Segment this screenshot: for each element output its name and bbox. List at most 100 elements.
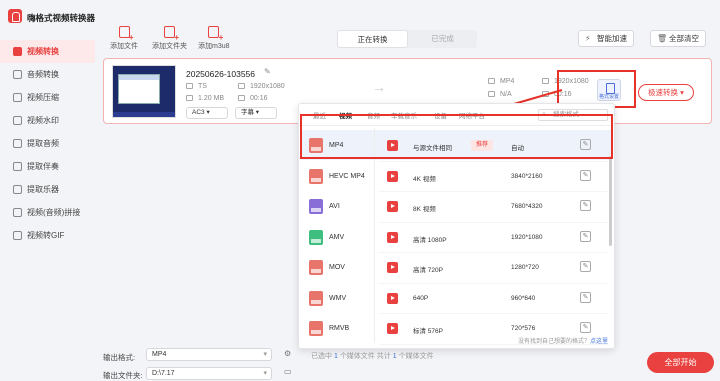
arrow-right-icon: → — [372, 79, 386, 95]
output-folder-label: 输出文件夹: — [103, 371, 143, 380]
edit-preset-icon[interactable]: ✎ — [580, 169, 591, 181]
rmvb-icon — [309, 321, 323, 336]
video-play-icon — [387, 323, 398, 334]
start-all-button[interactable]: 全部开始 — [647, 352, 714, 373]
clock-icon — [238, 95, 245, 102]
format-item-wmv[interactable]: WMV — [303, 284, 369, 315]
video-play-icon — [387, 201, 398, 212]
video-thumbnail[interactable] — [112, 65, 176, 118]
format-item-mov[interactable]: MOV — [303, 253, 369, 284]
instrument-icon — [13, 185, 22, 194]
sidebar-item-video-to-gif[interactable]: 视频转GIF — [0, 224, 95, 247]
clock-icon — [542, 91, 549, 98]
sidebar-item-video-convert[interactable]: 视频转换 — [0, 40, 95, 63]
audio-track-select[interactable]: AC3 ▾ — [186, 107, 228, 119]
src-duration: 00:16 — [238, 95, 268, 102]
resolution-item-640p[interactable]: 640P 960*640 ✎ — [379, 284, 607, 314]
list-divider — [374, 128, 375, 343]
sidebar-item-video-watermark[interactable]: 视频水印 — [0, 109, 95, 132]
format-item-rmvb[interactable]: RMVB — [303, 314, 369, 345]
edit-name-icon[interactable]: ✎ — [264, 67, 271, 76]
highlight-box-mp4-row — [300, 114, 613, 159]
format-icon — [488, 78, 495, 85]
output-format-label: 输出格式: — [103, 353, 136, 362]
resolution-icon — [542, 78, 549, 85]
video-play-icon — [387, 292, 398, 304]
click-here-link[interactable]: 点这里 — [590, 339, 608, 345]
src-format: TS — [186, 83, 207, 90]
add-folder-button[interactable]: 添加文件夹 — [152, 26, 187, 51]
tab-done[interactable]: 已完成 — [408, 30, 477, 48]
output-format-select[interactable]: MP4 — [146, 348, 272, 361]
audio-icon — [13, 70, 22, 79]
sidebar: 视频转换 音频转换 视频压缩 视频水印 提取音频 提取伴奏 提取乐器 视频(音频… — [0, 40, 95, 247]
add-m3u8-label: 添加m3u8 — [198, 43, 230, 50]
src-resolution: 1920x1080 — [238, 83, 285, 90]
panel-footer: 没有找到自己想要的格式？点这里 — [517, 339, 608, 345]
amv-icon — [309, 229, 323, 245]
resolution-item-4k[interactable]: 4K 视频 3840*2160 ✎ — [379, 162, 607, 192]
status-tabs: 正在转换 已完成 — [337, 30, 477, 48]
out-size: N/A — [488, 91, 512, 98]
mov-icon — [309, 260, 323, 275]
resolution-list: 与源文件相同 推荐 自动 ✎ 4K 视频 3840*2160 ✎ 8K 视频 7… — [379, 131, 607, 345]
hevc-mp4-icon — [309, 168, 323, 184]
panel-scrollbar[interactable] — [609, 156, 612, 246]
sidebar-item-video-merge[interactable]: 视频(音频)拼接 — [0, 201, 95, 224]
output-folder-select[interactable]: D:\7.17 — [146, 367, 272, 380]
add-m3u8-button[interactable]: 添加m3u8 — [198, 26, 230, 51]
format-item-avi[interactable]: AVI — [303, 192, 369, 223]
add-m3u8-icon — [208, 26, 223, 42]
src-size: 1.20 MB — [186, 95, 224, 102]
clear-all-label: 全部清空 — [669, 34, 699, 43]
open-folder-icon[interactable]: ▭ — [284, 367, 292, 376]
edit-preset-icon[interactable]: ✎ — [580, 291, 591, 303]
sidebar-item-extract-audio[interactable]: 提取音频 — [0, 132, 95, 155]
out-format: MP4 — [488, 78, 514, 85]
file-name: 20250626-103556 — [186, 69, 256, 79]
format-icon — [186, 83, 193, 90]
selection-status: 已选中 1 个媒体文件 共计 1 个媒体文件 — [311, 353, 434, 360]
add-folder-label: 添加文件夹 — [152, 43, 187, 50]
edit-preset-icon[interactable]: ✎ — [580, 322, 591, 333]
edit-preset-icon[interactable]: ✎ — [580, 261, 591, 272]
app-logo-icon — [8, 9, 22, 23]
resolution-item-720p[interactable]: 高清 720P 1280*720 ✎ — [379, 253, 607, 284]
smart-accel-label: 智能加速 — [597, 34, 627, 43]
gif-icon — [13, 231, 22, 240]
sidebar-item-video-compress[interactable]: 视频压缩 — [0, 86, 95, 109]
settings-gear-icon[interactable]: ⚙ — [284, 349, 291, 358]
resolution-item-1080p[interactable]: 高清 1080P 1920*1080 ✎ — [379, 223, 607, 253]
add-folder-icon — [164, 26, 179, 42]
lightning-icon: ⚡ — [585, 34, 591, 43]
watermark-icon — [13, 116, 22, 125]
format-item-amv[interactable]: AMV — [303, 223, 369, 254]
edit-preset-icon[interactable]: ✎ — [580, 230, 591, 242]
smart-accel-button[interactable]: ⚡ 智能加速 — [578, 30, 634, 47]
resolution-item-8k[interactable]: 8K 视频 7680*4320 ✎ — [379, 192, 607, 223]
sidebar-item-extract-accompaniment[interactable]: 提取伴奏 — [0, 155, 95, 178]
sidebar-item-extract-instrument[interactable]: 提取乐器 — [0, 178, 95, 201]
speed-convert-button[interactable]: 极速转换 ▾ — [638, 84, 694, 101]
add-file-icon — [118, 26, 134, 42]
accompaniment-icon — [13, 162, 22, 171]
edit-preset-icon[interactable]: ✎ — [580, 200, 591, 211]
app-title: 嗨格式视频转换器 — [27, 13, 96, 23]
compress-icon — [13, 93, 22, 102]
format-item-hevc-mp4[interactable]: HEVC MP4 — [303, 162, 369, 193]
add-file-label: 添加文件 — [110, 43, 138, 50]
add-file-button[interactable]: 添加文件 — [110, 26, 138, 51]
subtitle-select[interactable]: 字幕 ▾ — [235, 107, 277, 119]
merge-icon — [13, 208, 22, 217]
size-icon — [488, 91, 495, 98]
avi-icon — [309, 199, 323, 214]
clear-all-button[interactable]: 🗑 全部清空 — [650, 30, 706, 47]
video-play-icon — [387, 231, 398, 243]
wmv-icon — [309, 290, 323, 306]
video-play-icon — [387, 170, 398, 182]
tab-converting[interactable]: 正在转换 — [337, 30, 408, 48]
resolution-icon — [238, 83, 245, 90]
sidebar-item-audio-convert[interactable]: 音频转换 — [0, 63, 95, 86]
format-list: MP4 HEVC MP4 AVI AMV MOV WMV RMVB — [303, 131, 369, 345]
trash-icon: 🗑 — [657, 34, 668, 43]
